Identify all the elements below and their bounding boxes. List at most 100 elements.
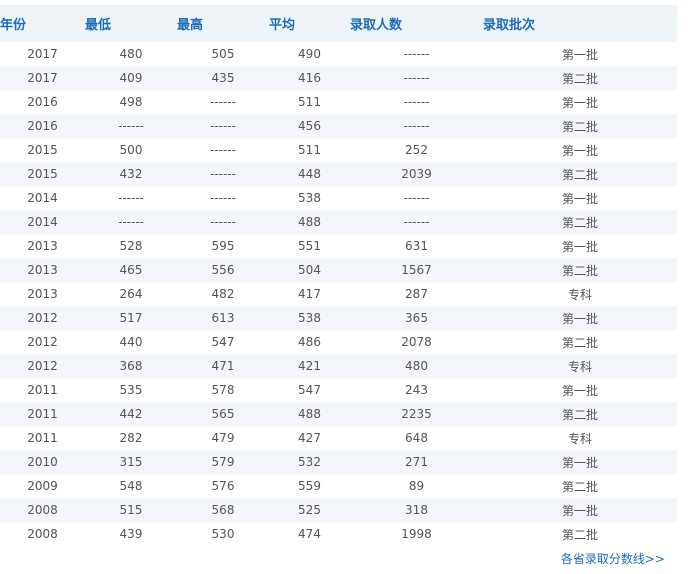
cell-batch: 第二批 (483, 210, 677, 234)
cell-batch: 第一批 (483, 450, 677, 474)
cell-max: 482 (211, 287, 235, 301)
cell-max: ------ (177, 210, 269, 234)
cell-min: 480 (119, 47, 143, 61)
cell-avg: 490 (298, 47, 321, 61)
cell-batch: 第一批 (561, 383, 598, 398)
table-row: 2013 465 556 504 1567 第二批 (0, 258, 677, 282)
cell-year: 2016 (27, 95, 58, 109)
cell-year: 2012 (0, 354, 85, 378)
cell-min: ------ (118, 191, 144, 205)
cell-min: 528 (119, 239, 143, 253)
cell-avg: 525 (269, 498, 350, 522)
cell-min: 440 (119, 335, 143, 349)
cell-max: 530 (211, 527, 235, 541)
header-avg: 平均 (269, 5, 350, 42)
table-body: 2017 480 505 490 ------ 第一批 2017 409 435 416 -----… (0, 42, 677, 546)
table-row: 2012 368 471 421 480 专科 (0, 354, 677, 378)
cell-min: 409 (85, 66, 177, 90)
cell-count: 252 (405, 143, 428, 157)
cell-avg: 488 (269, 210, 350, 234)
cell-year: 2017 (27, 47, 58, 61)
cell-batch: 第二批 (483, 114, 677, 138)
cell-batch: 第一批 (561, 143, 598, 158)
score-panel: 年份 最低 最高 平均 录取人数 录取批次 2017 480 505 490 -----… (0, 0, 693, 574)
cell-avg: 538 (298, 191, 321, 205)
table-row: 2012 440 547 486 2078 第二批 (0, 330, 677, 354)
cell-min: 515 (85, 498, 177, 522)
cell-count: 631 (405, 239, 428, 253)
table-row: 2008 515 568 525 318 第一批 (0, 498, 677, 522)
admission-score-table: 年份 最低 最高 平均 录取人数 录取批次 2017 480 505 490 -----… (0, 5, 677, 546)
cell-avg: 559 (298, 479, 321, 493)
cell-min: 282 (119, 431, 143, 445)
cell-avg: 421 (269, 354, 350, 378)
cell-min: 264 (119, 287, 143, 301)
cell-count: 2235 (350, 402, 483, 426)
table-row: 2011 535 578 547 243 第一批 (0, 378, 677, 402)
cell-count: ------ (403, 47, 430, 61)
cell-max: ------ (210, 143, 236, 157)
cell-min: 465 (85, 258, 177, 282)
cell-max: ------ (177, 162, 269, 186)
cell-count: 318 (350, 498, 483, 522)
cell-count: ------ (350, 114, 483, 138)
cell-count: 271 (350, 450, 483, 474)
header-min: 最低 (85, 5, 177, 42)
cell-count: 2039 (350, 162, 483, 186)
cell-year: 2013 (27, 239, 58, 253)
cell-count: ------ (350, 66, 483, 90)
cell-min: 315 (85, 450, 177, 474)
cell-year: 2011 (27, 383, 58, 397)
cell-batch: 第一批 (561, 95, 598, 110)
cell-max: 576 (211, 479, 235, 493)
cell-min: 498 (119, 95, 143, 109)
cell-count: 89 (408, 479, 425, 493)
cell-batch: 第二批 (483, 162, 677, 186)
cell-avg: 504 (269, 258, 350, 282)
cell-max: 479 (211, 431, 235, 445)
table-row: 2013 264 482 417 287 专科 (0, 282, 677, 306)
cell-batch: 第二批 (483, 402, 677, 426)
cell-avg: 532 (269, 450, 350, 474)
table-row: 2013 528 595 551 631 第一批 (0, 234, 677, 258)
cell-batch: 专科 (483, 354, 677, 378)
table-row: 2008 439 530 474 1998 第二批 (0, 522, 677, 546)
header-batch: 录取批次 (483, 5, 677, 42)
cell-avg: 547 (298, 383, 321, 397)
cell-year: 2013 (0, 258, 85, 282)
cell-year: 2009 (27, 479, 58, 493)
table-row: 2014 ------ ------ 538 ------ 第一批 (0, 186, 677, 210)
cell-year: 2012 (0, 306, 85, 330)
cell-batch: 第二批 (483, 66, 677, 90)
cell-avg: 511 (298, 143, 321, 157)
header-year: 年份 (0, 5, 85, 42)
cell-min: 548 (119, 479, 143, 493)
cell-batch: 专科 (567, 287, 592, 302)
cell-avg: 427 (298, 431, 321, 445)
provincial-scores-link[interactable]: 各省录取分数线>> (561, 550, 665, 567)
cell-min: 442 (85, 402, 177, 426)
cell-max: 547 (211, 335, 235, 349)
cell-avg: 551 (298, 239, 321, 253)
cell-batch: 第二批 (561, 335, 598, 350)
cell-year: 2015 (0, 162, 85, 186)
cell-max: 565 (177, 402, 269, 426)
cell-batch: 第二批 (561, 527, 598, 542)
cell-year: 2008 (0, 498, 85, 522)
table-row: 2016 498 ------ 511 ------ 第一批 (0, 90, 677, 114)
cell-min: 368 (85, 354, 177, 378)
cell-batch: 第二批 (483, 258, 677, 282)
table-row: 2014 ------ ------ 488 ------ 第二批 (0, 210, 677, 234)
cell-batch: 专科 (567, 431, 592, 446)
cell-max: ------ (210, 95, 236, 109)
cell-max: 613 (177, 306, 269, 330)
cell-year: 2015 (27, 143, 58, 157)
cell-max: ------ (210, 191, 236, 205)
cell-year: 2011 (27, 431, 58, 445)
cell-max: 578 (211, 383, 235, 397)
cell-batch: 第二批 (561, 479, 598, 494)
cell-max: 595 (211, 239, 235, 253)
cell-avg: 538 (269, 306, 350, 330)
cell-avg: 511 (298, 95, 321, 109)
table-row: 2017 480 505 490 ------ 第一批 (0, 42, 677, 66)
